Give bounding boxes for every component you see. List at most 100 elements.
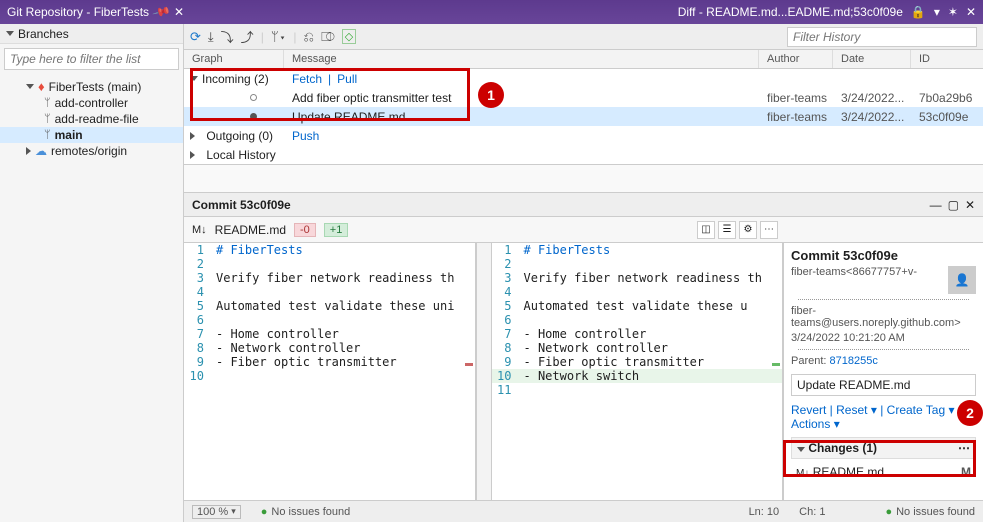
branch-item-main[interactable]: ᛘmain — [0, 127, 183, 143]
col-message[interactable]: Message — [284, 50, 759, 68]
filter-branches-input[interactable] — [4, 48, 179, 70]
line-indicator: Ln: 10 — [749, 506, 780, 518]
commit-date: 3/24/2022... — [833, 91, 911, 105]
commit-side-title: Commit 53c0f09e — [791, 248, 976, 263]
branch-label: add-readme-file — [55, 112, 139, 126]
branch-item[interactable]: ᛘ add-readme-file — [0, 111, 183, 127]
close-icon[interactable]: ✕ — [965, 198, 975, 212]
chevron-down-icon — [26, 84, 34, 89]
maximize-icon[interactable]: ▢ — [948, 198, 959, 212]
branch-item[interactable]: ᛘadd-controller — [0, 95, 183, 111]
pull-link[interactable]: Pull — [337, 72, 357, 86]
commit-message-box[interactable]: Update README.md — [791, 374, 976, 396]
close-icon[interactable]: ✕ — [174, 5, 184, 19]
col-id[interactable]: ID — [911, 50, 983, 68]
settings-icon[interactable]: ⚙ — [739, 221, 757, 239]
branch-tool-icon[interactable]: ᛘ▾ — [271, 29, 287, 44]
zoom-control[interactable]: 100 %▾ — [192, 505, 241, 519]
diff-right-pane[interactable]: 1# FiberTests 2 3Verify fiber network re… — [492, 243, 784, 500]
push-icon[interactable]: ⤴ — [241, 27, 254, 46]
code-line: - Network controller — [212, 341, 475, 355]
chevron-right-icon — [190, 151, 195, 159]
graph-icon[interactable]: ⎌ — [304, 29, 314, 45]
down-icon[interactable]: ▾ — [934, 5, 940, 19]
fetch-icon[interactable]: ⤓ — [208, 29, 214, 45]
remotes-node[interactable]: ☁ remotes/origin — [0, 143, 183, 159]
issues-label-2: No issues found — [896, 506, 975, 518]
avatar: 👤 — [948, 266, 976, 294]
more-icon[interactable]: ⋯ — [958, 441, 970, 455]
filter-history-input[interactable] — [787, 27, 977, 47]
actions-link[interactable]: Actions — [791, 417, 830, 431]
repo-label: FiberTests (main) — [49, 80, 142, 94]
code-line: - Home controller — [520, 327, 783, 341]
tag-icon[interactable]: ◇ — [342, 29, 356, 44]
branches-header[interactable]: Branches — [0, 24, 183, 44]
incoming-row[interactable]: Incoming (2) Fetch|Pull — [184, 69, 983, 88]
col-date[interactable]: Date — [833, 50, 911, 68]
pin-icon[interactable]: 📌 — [152, 2, 172, 22]
diff-title: Diff - README.md...EADME.md;53c0f09e — [678, 5, 903, 19]
commit-row[interactable]: Add fiber optic transmitter test fiber-t… — [184, 88, 983, 107]
remotes-label: remotes/origin — [51, 144, 127, 158]
pull-icon[interactable]: ⤵ — [221, 27, 234, 46]
changes-header[interactable]: Changes (1) ⋯ — [791, 437, 976, 459]
chevron-down-icon — [190, 76, 198, 81]
check-icon: ● — [885, 506, 892, 518]
diff-left-pane[interactable]: 1# FiberTests 2 3Verify fiber network re… — [184, 243, 476, 500]
commit-row-selected[interactable]: Update README.md fiber-teams 3/24/2022..… — [184, 107, 983, 126]
reset-link[interactable]: Reset — [836, 403, 867, 417]
localhist-row[interactable]: Local History — [184, 145, 983, 164]
refresh-icon[interactable]: ⟳ — [190, 29, 201, 45]
parent-link[interactable]: 8718255c — [830, 355, 878, 367]
changed-file-name: README.md — [813, 465, 884, 479]
fetch-link[interactable]: Fetch — [292, 72, 322, 86]
col-graph[interactable]: Graph — [184, 50, 284, 68]
push-link[interactable]: Push — [292, 129, 319, 143]
sidebar: Branches ♦ FiberTests (main) ᛘadd-contro… — [0, 24, 184, 522]
commit-id: 7b0a29b6 — [911, 91, 983, 105]
sidebyside-icon[interactable]: ◫ — [697, 221, 715, 239]
chevron-down-icon — [6, 31, 14, 36]
repo-node[interactable]: ♦ FiberTests (main) — [0, 78, 183, 95]
code-line: # FiberTests — [520, 243, 783, 257]
file-icon: M↓ — [192, 224, 207, 236]
changes-label: Changes (1) — [808, 441, 877, 455]
commit-date: 3/24/2022 10:21:20 AM — [791, 332, 976, 344]
check-icon: ● — [261, 506, 268, 518]
code-line — [212, 257, 475, 271]
outgoing-row[interactable]: Outgoing (0) Push — [184, 126, 983, 145]
commit-id: 53c0f09e — [911, 110, 983, 124]
code-line — [212, 369, 475, 383]
minimize-icon[interactable]: — — [930, 198, 942, 212]
close-icon-2[interactable]: ✕ — [966, 5, 976, 19]
more-icon[interactable]: ⋯ — [760, 221, 778, 239]
splitter[interactable] — [476, 243, 492, 500]
branch-icon: ᛘ — [44, 113, 51, 125]
inline-icon[interactable]: ☰ — [718, 221, 736, 239]
col-author[interactable]: Author — [759, 50, 833, 68]
commit-msg: Add fiber optic transmitter test — [284, 91, 759, 105]
char-indicator: Ch: 1 — [799, 506, 825, 518]
commit-msg: Update README.md — [284, 110, 759, 124]
code-line: # FiberTests — [212, 243, 475, 257]
commit-date: 3/24/2022... — [833, 110, 911, 124]
code-line — [212, 285, 475, 299]
graph-node-icon — [250, 113, 257, 120]
create-tag-link[interactable]: Create Tag — [887, 403, 945, 417]
revert-link[interactable]: Revert — [791, 403, 826, 417]
star-icon[interactable]: ✶ — [948, 5, 958, 19]
commit-author: fiber-teams — [791, 266, 846, 278]
annotation-badge-1: 1 — [478, 82, 504, 108]
code-line: - Home controller — [212, 327, 475, 341]
history-grid: Graph Message Author Date ID Incoming (2… — [184, 50, 983, 165]
changed-file-row[interactable]: M↓ README.md M — [791, 462, 976, 482]
cloud-icon: ☁ — [35, 144, 47, 158]
graph-node-icon — [250, 94, 257, 101]
code-line: Verify fiber network readiness th — [520, 271, 783, 285]
filter-icon[interactable]: ⎄ — [321, 29, 335, 45]
branch-label: add-controller — [55, 96, 128, 110]
history-toolbar: ⟳ ⤓ ⤵ ⤴ | ᛘ▾ | ⎌ ⎄ ◇ — [184, 24, 983, 50]
code-line — [212, 313, 475, 327]
commit-email: fiber-teams@users.noreply.github.com> — [791, 305, 976, 329]
